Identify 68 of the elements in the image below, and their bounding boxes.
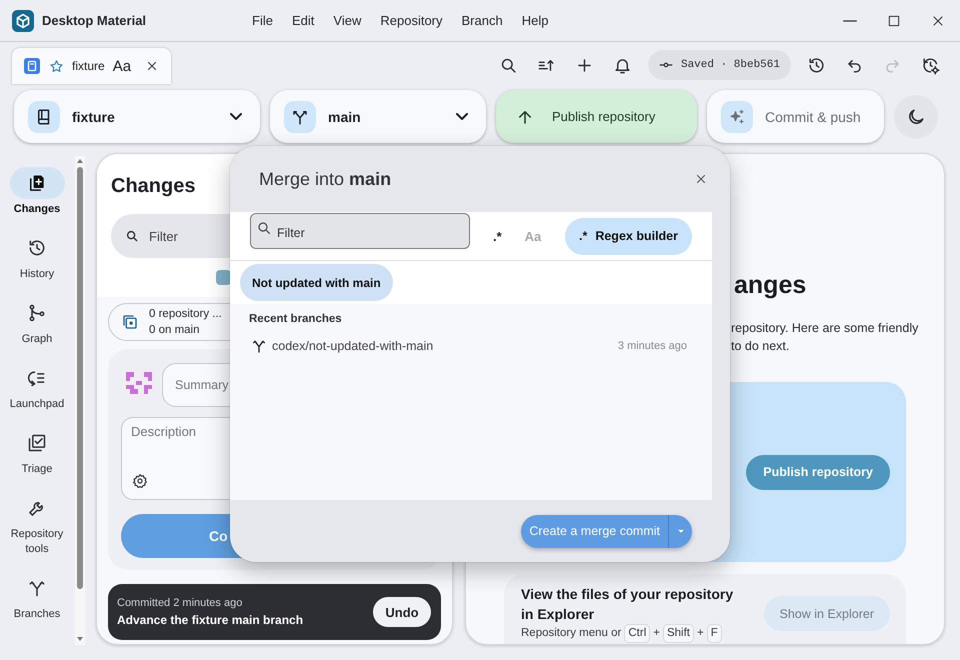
- search-icon: [256, 220, 272, 236]
- sidebar-item[interactable]: Changes: [0, 167, 74, 232]
- regex-builder-button[interactable]: .* Regex builder: [564, 218, 692, 254]
- branch-name[interactable]: codex/not-updated-with-main: [272, 339, 434, 353]
- menu-item[interactable]: Branch: [462, 13, 503, 28]
- theme-button[interactable]: [894, 94, 938, 138]
- toast-message: Advance the fixture main branch: [117, 612, 304, 629]
- save-status[interactable]: Saved · 8beb561: [648, 50, 791, 80]
- history-icon: [27, 238, 47, 258]
- welcome-text: to do next.: [731, 338, 790, 355]
- chevron-icon: [456, 113, 468, 120]
- filter-chip[interactable]: Not updated with main: [240, 264, 393, 301]
- repository-tab[interactable]: fixture Aa: [12, 48, 171, 84]
- sidebar-item[interactable]: History: [0, 232, 74, 297]
- menu-item[interactable]: File: [252, 13, 273, 28]
- branch-selector[interactable]: main: [270, 90, 486, 143]
- hint-text: +: [696, 626, 704, 641]
- sparkle-icon: [728, 108, 746, 126]
- chevron-icon: [230, 113, 242, 120]
- regex-icon: .*: [578, 229, 588, 243]
- key-cap: Ctrl: [624, 624, 650, 643]
- sidebar-item[interactable]: Launchpad: [0, 362, 74, 427]
- close-icon: [145, 59, 159, 73]
- welcome-text: repository. Here are some friendly: [731, 320, 920, 337]
- app-title: Desktop Material: [42, 13, 146, 28]
- stat-text: 0 on main: [149, 323, 201, 338]
- sidebar-item[interactable]: Graph: [0, 297, 74, 362]
- minimize-icon: [843, 20, 857, 22]
- hint-text: Repository menu or: [521, 626, 622, 641]
- hint-text: +: [653, 626, 660, 641]
- close-icon: [694, 172, 708, 186]
- section-heading: Recent branches: [249, 313, 343, 325]
- explorer-title: View the files of your repository in Explorer: [521, 585, 734, 624]
- key-cap: F: [706, 624, 722, 643]
- search-icon: [125, 229, 139, 243]
- repository-selector[interactable]: fixture: [14, 90, 260, 143]
- stat-text: 0 repository ...: [149, 307, 222, 322]
- sidebar-item[interactable]: Repository tools: [0, 492, 74, 572]
- history-icon: [806, 56, 826, 74]
- star-icon: [49, 58, 64, 74]
- panel-title: Changes: [111, 174, 196, 198]
- settings-icon: [132, 473, 148, 489]
- menu-item[interactable]: View: [333, 13, 362, 28]
- dialog-title: Merge into main: [259, 168, 392, 190]
- menu-item[interactable]: Repository: [380, 13, 442, 28]
- app-logo-icon: [12, 10, 34, 32]
- branch-icon: [251, 338, 267, 354]
- menu-item[interactable]: Help: [522, 13, 548, 28]
- undo-button[interactable]: Undo: [373, 597, 431, 627]
- repository-icon: [24, 58, 40, 74]
- key-cap: Shift: [662, 624, 694, 643]
- sidebar-item[interactable]: Triage: [0, 427, 74, 492]
- history-settings-icon: [920, 56, 940, 74]
- dropdown-button[interactable]: [668, 514, 692, 548]
- sidebar-item[interactable]: Branches: [0, 572, 74, 637]
- publish-button[interactable]: Publish repository: [496, 90, 697, 143]
- branch-time: 3 minutes ago: [618, 340, 687, 352]
- toggle-button[interactable]: .*: [493, 228, 502, 244]
- repository-stack-icon: [121, 313, 139, 331]
- menu-item[interactable]: Edit: [292, 13, 314, 28]
- filter-field[interactable]: Filter: [250, 212, 470, 248]
- welcome-heading: anges: [734, 271, 808, 299]
- status-chip: [216, 270, 231, 285]
- case-label: Aa: [112, 58, 132, 74]
- moon-icon: [906, 106, 926, 126]
- checklist-icon: [27, 433, 47, 453]
- toast-caption: Committed 2 minutes ago: [117, 596, 244, 611]
- graph-icon: [27, 303, 47, 323]
